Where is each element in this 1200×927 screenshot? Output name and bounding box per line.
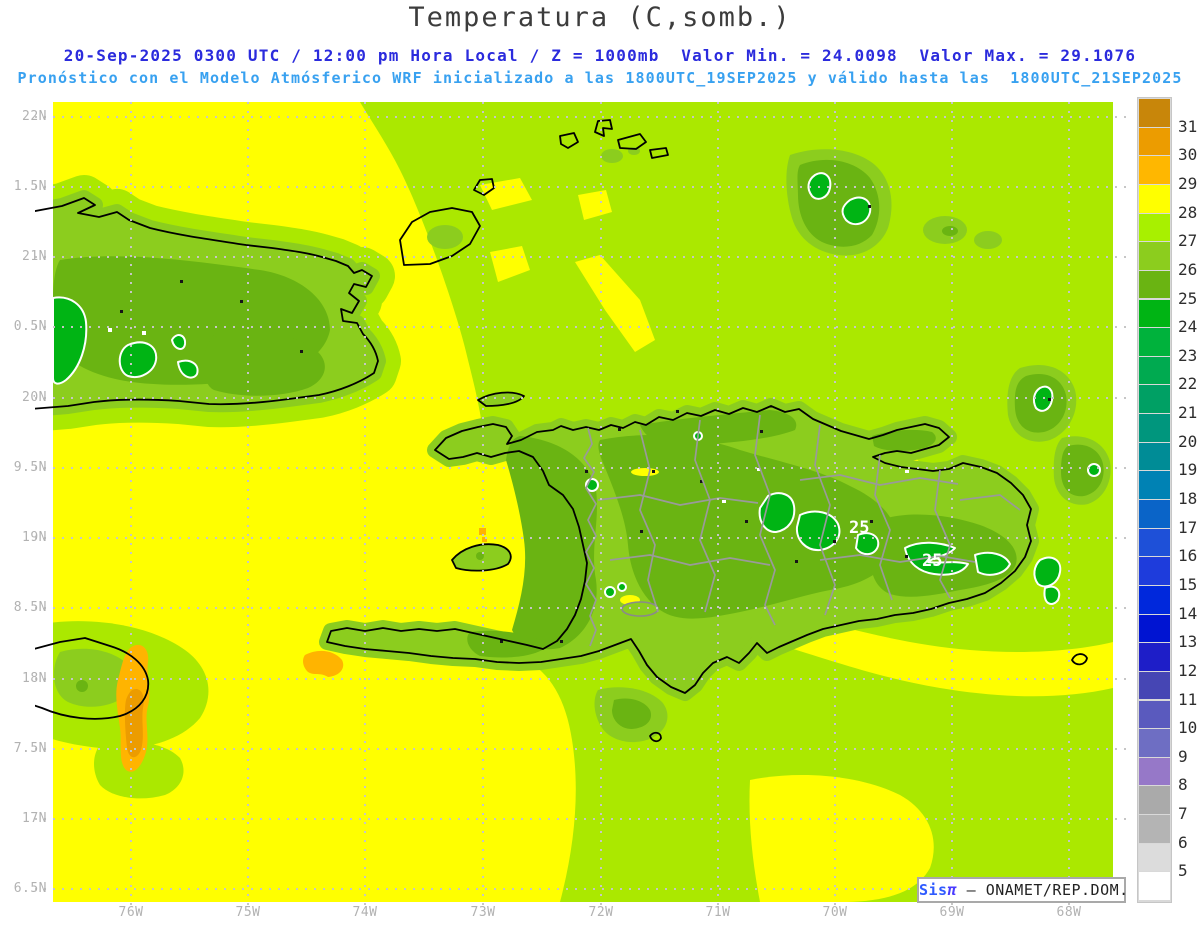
colorbar-segment xyxy=(1139,213,1170,242)
colorbar-segment xyxy=(1139,156,1170,184)
colorbar-segment xyxy=(1139,843,1170,872)
colorbar-segment xyxy=(1139,528,1170,557)
contour-label-25: 25 xyxy=(849,518,869,538)
colorbar-tick-label: 14 xyxy=(1178,603,1198,623)
colorbar-tick-label: 31 xyxy=(1178,116,1198,136)
colorbar-tick-label: 7 xyxy=(1178,804,1188,824)
colorbar-segment xyxy=(1139,442,1170,471)
colorbar-segment xyxy=(1139,184,1170,213)
brand-sis: Sis xyxy=(919,881,948,899)
colorbar-segment xyxy=(1139,99,1170,127)
lat-tick-label: 6.5N xyxy=(13,881,47,896)
colorbar-tick-label: 13 xyxy=(1178,632,1198,652)
colorbar-tick-label: 17 xyxy=(1178,517,1198,537)
lat-tick-label: 0.5N xyxy=(13,319,47,334)
colorbar-tick-label: 29 xyxy=(1178,173,1198,193)
weather-map-page: Temperatura (C,somb.) 20-Sep-2025 0300 U… xyxy=(0,0,1200,927)
brand-rest: – ONAMET/REP.DOM. xyxy=(957,881,1129,899)
colorbar-tick-label: 25 xyxy=(1178,288,1198,308)
colorbar-tick-label: 28 xyxy=(1178,202,1198,222)
colorbar-segment xyxy=(1139,242,1170,270)
colorbar-segment xyxy=(1139,585,1170,614)
inagua-green-patch xyxy=(427,225,463,249)
lon-tick-label: 71W xyxy=(705,905,731,920)
contour-label-25: 25 xyxy=(922,551,942,571)
colorbar-tick-label: 11 xyxy=(1178,689,1198,709)
colorbar-segment xyxy=(1139,729,1170,757)
colorbar-segment xyxy=(1139,643,1170,671)
lon-tick-label: 69W xyxy=(939,905,965,920)
colorbar-segment xyxy=(1139,500,1170,528)
colorbar-tick-label: 8 xyxy=(1178,775,1188,795)
lat-tick-label: 1.5N xyxy=(13,179,47,194)
colorbar-segment xyxy=(1139,786,1170,815)
colorbar-segment xyxy=(1139,414,1170,442)
lon-tick-label: 68W xyxy=(1056,905,1082,920)
colorbar-segment xyxy=(1139,270,1170,299)
colorbar-segment xyxy=(1139,872,1170,900)
temperature-colorbar xyxy=(1137,97,1172,903)
lat-tick-label: 18N xyxy=(22,671,47,686)
lon-tick-label: 70W xyxy=(822,905,848,920)
lon-tick-label: 72W xyxy=(588,905,614,920)
lat-tick-label: 9.5N xyxy=(13,460,47,475)
colorbar-segment xyxy=(1139,671,1170,700)
colorbar-segment xyxy=(1139,385,1170,414)
colorbar-tick-label: 22 xyxy=(1178,374,1198,394)
colorbar-tick-label: 30 xyxy=(1178,145,1198,165)
lat-tick-label: 17N xyxy=(22,811,47,826)
colorbar-tick-label: 21 xyxy=(1178,403,1198,423)
colorbar-tick-label: 6 xyxy=(1178,832,1188,852)
colorbar-tick-label: 18 xyxy=(1178,489,1198,508)
colorbar-segment xyxy=(1139,614,1170,643)
colorbar-tick-label: 10 xyxy=(1178,718,1198,738)
colorbar-segment xyxy=(1139,757,1170,786)
brand-pi: π xyxy=(947,881,958,899)
colorbar-tick-label: 5 xyxy=(1178,861,1188,881)
colorbar-segment xyxy=(1139,557,1170,585)
colorbar-tick-label: 24 xyxy=(1178,317,1198,337)
lat-tick-label: 22N xyxy=(22,109,47,124)
colorbar-segment xyxy=(1139,356,1170,385)
colorbar-tick-label: 27 xyxy=(1178,231,1198,251)
lon-tick-label: 76W xyxy=(118,905,144,920)
colorbar-segment xyxy=(1139,815,1170,843)
lon-tick-label: 74W xyxy=(352,905,378,920)
colorbar-tick-label: 15 xyxy=(1178,574,1198,594)
colorbar-tick-label: 23 xyxy=(1178,345,1198,365)
colorbar-tick-label: 26 xyxy=(1178,259,1198,279)
colorbar-tick-label: 19 xyxy=(1178,460,1198,480)
colorbar-tick-label: 16 xyxy=(1178,546,1198,566)
credit-box: Sisπ – ONAMET/REP.DOM. xyxy=(917,877,1129,903)
lat-tick-label: 7.5N xyxy=(13,741,47,756)
lat-tick-label: 19N xyxy=(22,530,47,545)
lat-tick-label: 21N xyxy=(22,249,47,264)
colorbar-tick-label: 12 xyxy=(1178,660,1198,680)
lat-tick-label: 8.5N xyxy=(13,600,47,615)
lat-tick-label: 20N xyxy=(22,390,47,405)
temperature-shading xyxy=(53,102,1113,902)
lon-tick-label: 73W xyxy=(470,905,496,920)
colorbar-segment xyxy=(1139,471,1170,499)
colorbar-segment xyxy=(1139,700,1170,729)
colorbar-tick-label: 20 xyxy=(1178,431,1198,451)
colorbar-segment xyxy=(1139,299,1170,328)
colorbar-segment xyxy=(1139,127,1170,156)
lon-tick-label: 75W xyxy=(235,905,261,920)
colorbar-tick-label: 9 xyxy=(1178,746,1188,766)
colorbar-segment xyxy=(1139,328,1170,356)
temperature-map: 25 25 xyxy=(35,102,1131,906)
